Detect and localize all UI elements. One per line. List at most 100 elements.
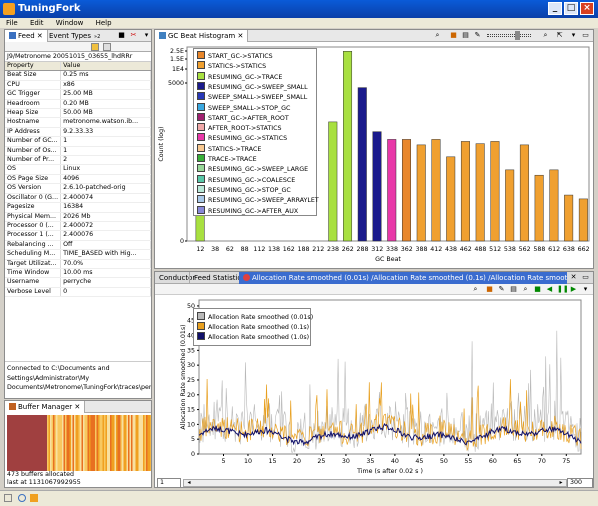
legend-swatch — [197, 154, 205, 162]
table-row[interactable]: Verbose Level 0 — [5, 287, 151, 298]
table-row[interactable]: OS Linux — [5, 164, 151, 175]
x-tick-label: 60 — [489, 458, 497, 465]
tab-allocation-rate[interactable]: Allocation Rate smoothed (0.01s) /Alloca… — [239, 272, 567, 284]
tab-gc-beat-histogram[interactable]: GC Beat Histogram ✕ — [155, 30, 249, 42]
buffer-status-icon[interactable] — [30, 494, 38, 502]
table-row[interactable]: Physical Mem... 2026 Mb — [5, 212, 151, 222]
zoom-spinner[interactable]: 300 — [567, 478, 593, 488]
play-icon[interactable]: ▶ — [569, 285, 578, 294]
menu-file[interactable]: File — [6, 19, 18, 27]
print-icon[interactable]: ▤ — [461, 31, 470, 40]
horizontal-scrollbar[interactable]: ◂ ▸ — [183, 479, 567, 487]
property-value: 2.400072 — [60, 221, 151, 232]
table-row[interactable]: Headroom 0.20 MB — [5, 99, 151, 110]
tab-event-types[interactable]: Event Types »2 — [45, 30, 104, 42]
x-tick-label: 388 — [415, 246, 427, 253]
x-tick-label: 662 — [578, 246, 590, 253]
table-row[interactable]: Oscillator 0 (G... 2.400074 — [5, 193, 151, 204]
save-chart-icon[interactable]: ■ — [485, 285, 494, 294]
close-tab-icon[interactable]: ✕ — [569, 273, 578, 282]
save-icon[interactable]: ■ — [117, 31, 126, 40]
minimize-view-icon[interactable]: ▭ — [581, 273, 590, 282]
table-row[interactable]: IP Address 9.2.33.33 — [5, 127, 151, 138]
scroll-right-icon[interactable]: ▸ — [556, 480, 566, 486]
table-row[interactable]: Beat Size 0.25 ms — [5, 70, 151, 81]
zoom-icon[interactable]: ⌕ — [471, 285, 480, 294]
rewind-icon[interactable]: ◀ — [545, 285, 554, 294]
table-row[interactable]: Target Utilizat... 70.0% — [5, 259, 151, 269]
y-tick-label: 35 — [187, 347, 195, 354]
settings-icon[interactable]: ✎ — [473, 31, 482, 40]
property-name: Time Window — [5, 268, 62, 279]
table-row[interactable]: Processor 1 (... 2.400076 — [5, 230, 151, 241]
property-name: Heap Size — [5, 108, 62, 119]
close-button[interactable]: × — [580, 2, 594, 15]
legend-swatch — [197, 81, 205, 90]
table-row[interactable]: GC Trigger 25.00 MB — [5, 89, 151, 100]
save-chart-icon[interactable]: ■ — [449, 31, 458, 40]
zoom-in-icon[interactable]: ⌕ — [541, 31, 550, 40]
x-tick-label: 562 — [519, 246, 531, 253]
export-icon[interactable] — [103, 43, 111, 51]
buffer-stripe — [92, 415, 94, 471]
buffer-stripe — [50, 415, 52, 471]
zoom-icon[interactable]: ⌕ — [433, 31, 442, 40]
buffer-stripe — [102, 415, 104, 471]
buffer-stripe — [144, 415, 146, 471]
stop-icon[interactable]: ■ — [533, 285, 542, 294]
tab-buffer-manager[interactable]: Buffer Manager ✕ — [5, 401, 86, 413]
legend-item: RESUMING_GC->SWEEP_ARRAYLET — [197, 195, 319, 205]
view-menu-icon[interactable]: ▾ — [581, 285, 590, 294]
settings-icon[interactable]: ✎ — [497, 285, 506, 294]
minimize-button[interactable]: _ — [548, 2, 562, 15]
table-row[interactable]: Heap Size 50.00 MB — [5, 108, 151, 119]
table-row[interactable]: CPU x86 — [5, 80, 151, 91]
menu-edit[interactable]: Edit — [30, 19, 44, 27]
feed-status-icon[interactable] — [18, 494, 26, 502]
legend-swatch — [197, 102, 205, 111]
zoom-slider-thumb[interactable] — [515, 31, 520, 40]
table-row[interactable]: Time Window 10.00 ms — [5, 268, 151, 279]
minimize-view-icon[interactable]: ▭ — [581, 31, 590, 40]
tab-feed[interactable]: Feed ✕ — [5, 30, 48, 42]
scroll-left-icon[interactable]: ◂ — [184, 480, 194, 486]
table-row[interactable]: Number of Os... 1 — [5, 146, 151, 157]
buffer-stripe — [129, 415, 131, 471]
histogram-bar — [490, 141, 500, 242]
maximize-button[interactable]: □ — [564, 2, 578, 15]
table-row[interactable]: Number of GC... 1 — [5, 136, 151, 147]
menu-help[interactable]: Help — [96, 19, 112, 27]
table-row[interactable]: OS Page Size 4096 — [5, 174, 151, 185]
column-header-property[interactable]: Property — [5, 62, 62, 72]
y-tick-label: 10 — [187, 421, 195, 428]
zoom-in-icon[interactable]: ⌕ — [521, 285, 530, 294]
y-axis-label: Allocation Rate smoothed (0.01s) — [180, 324, 187, 429]
legend-label: STATICS->TRACE — [208, 145, 262, 153]
open-icon[interactable] — [91, 43, 99, 51]
view-menu-icon[interactable]: ▾ — [142, 31, 151, 40]
table-row[interactable]: OS Version 2.6.10-patched-orig — [5, 183, 151, 194]
menu-window[interactable]: Window — [56, 19, 84, 27]
y-tick-label: 5 — [191, 436, 195, 443]
column-header-value[interactable]: Value — [60, 62, 151, 72]
print-icon[interactable]: ▤ — [509, 285, 518, 294]
table-row[interactable]: Processor 0 (... 2.400072 — [5, 221, 151, 232]
table-row[interactable]: Hostname metronome.watson.ib... — [5, 117, 151, 128]
property-name: Number of GC... — [5, 136, 62, 147]
legend-item: Allocation Rate smoothed (0.1s) — [197, 322, 309, 332]
table-row[interactable]: Username perryche — [5, 277, 151, 288]
view-menu-icon[interactable]: ▾ — [569, 31, 578, 40]
table-row[interactable]: Scheduling M... TIME_BASED with Hig... — [5, 249, 151, 260]
fit-icon[interactable]: ⇱ — [555, 31, 564, 40]
fast-view-icon[interactable] — [4, 494, 12, 502]
zoom-slider[interactable] — [487, 34, 531, 37]
table-row[interactable]: Pagesize 16384 — [5, 202, 151, 213]
table-row[interactable]: Number of Pr... 2 — [5, 155, 151, 166]
disconnect-icon[interactable]: ✂ — [129, 31, 138, 40]
buffer-stripe — [89, 415, 91, 471]
pause-icon[interactable]: ❚❚ — [557, 285, 569, 294]
buffer-stripe — [54, 415, 56, 471]
buffer-stripe — [80, 415, 82, 471]
page-spinner[interactable]: 1 — [157, 478, 181, 488]
table-row[interactable]: Rebalancing ... Off — [5, 240, 151, 251]
